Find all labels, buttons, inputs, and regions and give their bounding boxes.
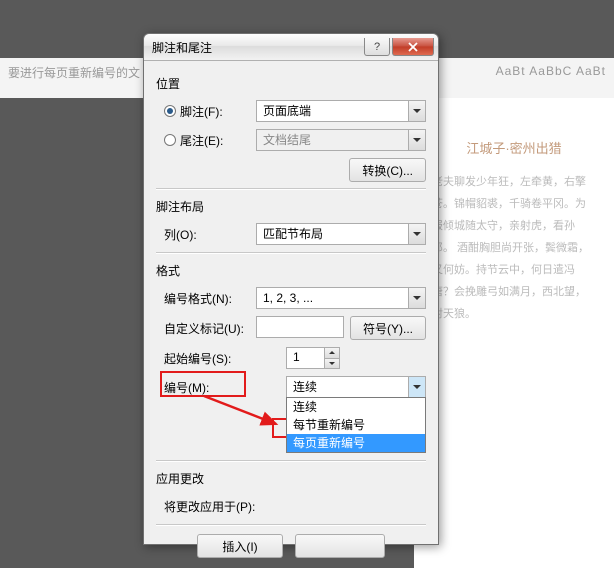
endnote-radio[interactable]	[164, 134, 176, 146]
columns-label: 列(O):	[164, 226, 197, 243]
background-document: 江城子·密州出猎 老夫聊发少年狂，左牵黄，右擎苍。锦帽貂裘，千骑卷平冈。为报倾城…	[414, 98, 614, 568]
footnote-location-value: 页面底端	[257, 101, 408, 121]
number-format-label: 编号格式(N):	[164, 290, 232, 307]
numbering-dropdown: 连续 每节重新编号 每页重新编号	[286, 397, 426, 453]
section-apply-changes: 应用更改	[156, 470, 426, 487]
convert-button[interactable]: 转换(C)...	[349, 158, 426, 182]
chevron-down-icon	[408, 130, 425, 150]
start-at-value: 1	[287, 348, 324, 368]
close-icon	[408, 42, 418, 52]
dialog-titlebar: 脚注和尾注 ?	[144, 34, 438, 61]
section-format: 格式	[156, 262, 426, 279]
chevron-down-icon[interactable]	[408, 288, 425, 308]
footnote-location-combo[interactable]: 页面底端	[256, 100, 426, 122]
numbering-option-restart-page[interactable]: 每页重新编号	[287, 434, 425, 452]
divider	[156, 252, 426, 254]
numbering-label: 编号(M):	[164, 379, 209, 396]
endnote-label: 尾注(E):	[180, 132, 223, 149]
endnote-location-value: 文档结尾	[257, 130, 408, 150]
number-format-combo[interactable]: 1, 2, 3, ...	[256, 287, 426, 309]
dialog-title: 脚注和尾注	[152, 39, 212, 56]
chevron-down-icon[interactable]	[408, 101, 425, 121]
symbol-button[interactable]: 符号(Y)...	[350, 316, 426, 340]
doc-title: 江城子·密州出猎	[432, 138, 596, 157]
spinner-up[interactable]	[325, 348, 339, 359]
numbering-option-restart-section[interactable]: 每节重新编号	[287, 416, 425, 434]
help-button[interactable]: ?	[364, 38, 390, 56]
chevron-down-icon[interactable]	[408, 377, 425, 397]
numbering-combo[interactable]: 连续 连续 每节重新编号 每页重新编号	[286, 376, 426, 398]
number-format-value: 1, 2, 3, ...	[257, 288, 408, 308]
custom-mark-input[interactable]	[256, 316, 344, 338]
custom-mark-label: 自定义标记(U):	[164, 320, 244, 337]
doc-body: 老夫聊发少年狂，左牵黄，右擎苍。锦帽貂裘，千骑卷平冈。为报倾城随太守，亲射虎，看…	[432, 171, 596, 325]
start-at-spinner[interactable]: 1	[286, 347, 340, 369]
section-footnote-layout: 脚注布局	[156, 198, 426, 215]
endnote-location-combo: 文档结尾	[256, 129, 426, 151]
columns-combo[interactable]: 匹配节布局	[256, 223, 426, 245]
apply-to-label: 将更改应用于(P):	[164, 498, 255, 515]
spinner-down[interactable]	[325, 359, 339, 369]
numbering-option-continuous[interactable]: 连续	[287, 398, 425, 416]
insert-button[interactable]: 插入(I)	[197, 534, 282, 558]
bg-text-right: AaBt AaBbC AaBt	[496, 64, 606, 92]
divider	[156, 524, 426, 526]
numbering-value: 连续	[287, 377, 408, 397]
divider	[156, 188, 426, 190]
columns-value: 匹配节布局	[257, 224, 408, 244]
start-at-label: 起始编号(S):	[164, 350, 231, 367]
footnote-radio[interactable]	[164, 105, 176, 117]
divider	[156, 460, 426, 462]
close-button[interactable]	[392, 38, 434, 56]
footnote-label: 脚注(F):	[180, 103, 223, 120]
bg-text-left: 要进行每页重新编号的文	[8, 64, 140, 92]
chevron-down-icon[interactable]	[408, 224, 425, 244]
secondary-button[interactable]	[295, 534, 385, 558]
footnote-endnote-dialog: 脚注和尾注 ? 位置 脚注(F): 页面底端	[143, 33, 439, 545]
section-position: 位置	[156, 75, 426, 92]
